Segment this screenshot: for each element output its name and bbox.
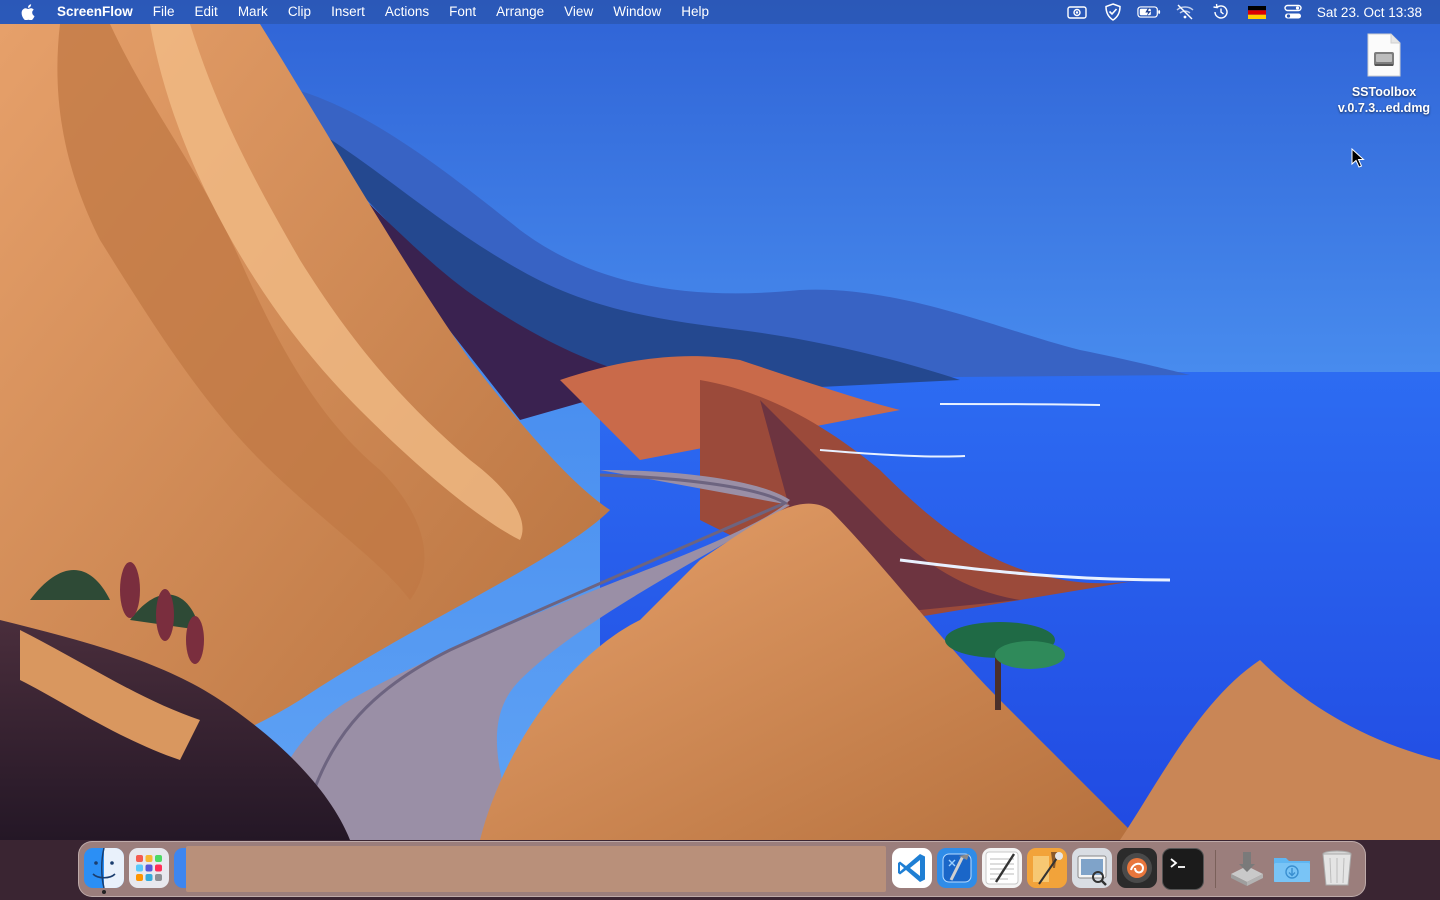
menu-insert[interactable]: Insert <box>321 0 375 24</box>
flag-de-icon[interactable] <box>1245 0 1269 24</box>
wifi-off-icon[interactable] <box>1173 0 1197 24</box>
shield-icon[interactable] <box>1101 0 1125 24</box>
control-center-icon[interactable] <box>1281 0 1305 24</box>
menu-arrange[interactable]: Arrange <box>486 0 554 24</box>
trash-icon[interactable] <box>1317 848 1357 888</box>
apple-icon[interactable] <box>17 0 39 24</box>
desktop-file-name-line1: SSToolbox <box>1351 85 1417 99</box>
menu-edit[interactable]: Edit <box>185 0 228 24</box>
screen-record-icon[interactable] <box>1065 0 1089 24</box>
dock-separator <box>1215 850 1216 888</box>
finder-icon[interactable] <box>84 847 124 889</box>
vscode-icon[interactable] <box>892 848 932 888</box>
downloads-folder-icon[interactable] <box>1272 848 1312 888</box>
menu-bar: ScreenFlow File Edit Mark Clip Insert Ac… <box>0 0 1440 24</box>
paint-brush-icon[interactable] <box>1027 848 1067 888</box>
menu-help[interactable]: Help <box>671 0 719 24</box>
menu-mark[interactable]: Mark <box>228 0 278 24</box>
terminal-icon[interactable] <box>1162 848 1204 890</box>
textedit-icon[interactable] <box>982 848 1022 888</box>
desktop-file-name-line2: v.0.7.3...ed.dmg <box>1337 101 1431 115</box>
mouse-cursor-icon <box>1351 147 1365 168</box>
time-machine-icon[interactable] <box>1209 0 1233 24</box>
app-icon[interactable] <box>174 848 186 888</box>
finder-running-indicator <box>102 890 106 894</box>
menu-actions[interactable]: Actions <box>375 0 439 24</box>
preview-icon[interactable] <box>1072 848 1112 888</box>
screenflow-icon[interactable] <box>1117 848 1157 888</box>
dock-overlay <box>186 846 886 892</box>
xcode-icon[interactable] <box>937 848 977 888</box>
battery-icon[interactable] <box>1137 0 1161 24</box>
dock <box>78 841 1366 897</box>
desktop-wallpaper <box>0 0 1440 900</box>
menu-view[interactable]: View <box>554 0 603 24</box>
launchpad-icon[interactable] <box>129 848 169 888</box>
installer-icon[interactable] <box>1227 848 1267 888</box>
menu-window[interactable]: Window <box>603 0 671 24</box>
menu-clock[interactable]: Sat 23. Oct 13:38 <box>1311 5 1440 20</box>
menu-font[interactable]: Font <box>439 0 486 24</box>
app-menu[interactable]: ScreenFlow <box>47 0 143 24</box>
desktop-file-dmg[interactable]: SSToolbox v.0.7.3...ed.dmg <box>1336 32 1432 116</box>
disk-image-icon <box>1366 32 1402 78</box>
menu-clip[interactable]: Clip <box>278 0 321 24</box>
menu-file[interactable]: File <box>143 0 185 24</box>
